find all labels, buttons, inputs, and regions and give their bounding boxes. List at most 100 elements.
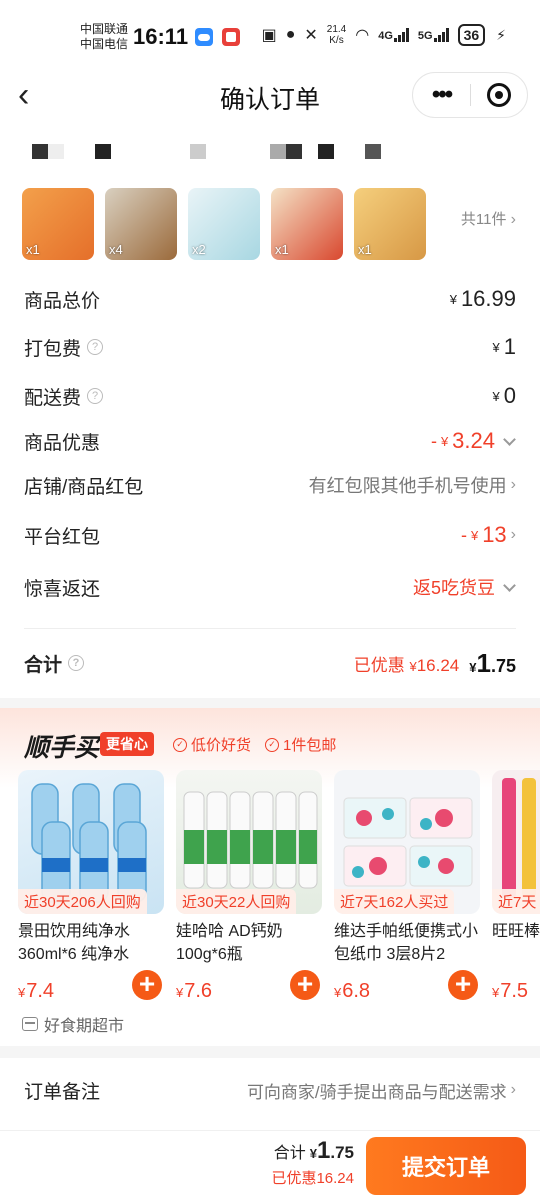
nav-bar: ‹ 确认订单 ••• bbox=[0, 70, 540, 122]
bottom-saved-text: 已优惠16.24 bbox=[271, 1170, 354, 1187]
order-summary-card: x1 x4 x2 x1 x1 共11件 › 商品总价 ¥16.99 打包费? ¥1 配送… bbox=[0, 122, 540, 698]
signal-1-icon: 4G bbox=[378, 28, 409, 42]
remark-placeholder: 可向商家/骑手提出商品与配送需求 bbox=[246, 1082, 507, 1102]
recommend-badge: 更省心 bbox=[100, 732, 154, 756]
chevron-right-icon: › bbox=[510, 211, 516, 228]
product-price: ¥7.5 bbox=[492, 980, 529, 1002]
masked-info bbox=[365, 144, 381, 159]
help-icon[interactable]: ? bbox=[87, 339, 104, 355]
shop-icon bbox=[22, 1017, 38, 1031]
product-tag: 近7天 bbox=[492, 889, 540, 914]
bottom-total-value: ¥1.75 bbox=[309, 1137, 354, 1164]
carrier-1: 中国联通 bbox=[80, 22, 129, 36]
more-menu-button[interactable]: ••• bbox=[413, 81, 470, 109]
goods-total-value: 16.99 bbox=[460, 286, 516, 311]
order-remark-card: 订单备注 可向商家/骑手提出商品与配送需求 › bbox=[0, 1058, 540, 1138]
item-quantity: x1 bbox=[275, 242, 289, 257]
order-item-thumbnail[interactable]: x1 bbox=[271, 188, 343, 260]
close-mini-program-button[interactable] bbox=[471, 83, 527, 107]
wifi-icon: ◠ bbox=[355, 27, 370, 44]
net-speed: 21.4 K/s bbox=[326, 24, 347, 46]
chevron-right-icon: › bbox=[510, 476, 516, 493]
submit-order-button[interactable]: 提交订单 bbox=[366, 1137, 526, 1195]
chevron-down-icon bbox=[503, 432, 516, 446]
help-icon[interactable]: ? bbox=[87, 388, 104, 404]
masked-info bbox=[286, 144, 302, 159]
order-item-thumbnail[interactable]: x1 bbox=[22, 188, 94, 260]
item-count-link[interactable]: 共11件 › bbox=[461, 208, 516, 229]
order-item-thumbnail[interactable]: x2 bbox=[188, 188, 260, 260]
masked-info bbox=[318, 144, 334, 159]
product-card[interactable]: 近7天162人买过 维达手帕纸便携式小包纸巾 3层8片2 ¥6.8 + bbox=[334, 770, 480, 1003]
order-remark-row[interactable]: 订单备注 可向商家/骑手提出商品与配送需求 › bbox=[24, 1075, 516, 1105]
product-image: 近7天162人买过 bbox=[334, 770, 480, 914]
status-time: 16:11 bbox=[133, 24, 189, 49]
status-bar: 中国联通 中国电信 16:11 ▣ ● ✕ 21.4 K/s ◠ 4G 5G 3… bbox=[0, 0, 540, 70]
product-name: 娃哈哈 AD钙奶 100g*6瓶 bbox=[176, 923, 283, 963]
shop-redpacket-status: 有红包限其他手机号使用 bbox=[308, 476, 507, 496]
chevron-down-icon bbox=[503, 578, 516, 592]
item-quantity: x4 bbox=[109, 242, 123, 257]
charging-icon: ⚡ bbox=[496, 26, 506, 43]
product-image: 近7天 bbox=[492, 770, 540, 914]
mini-program-capsule: ••• bbox=[412, 72, 528, 118]
check-circle-icon: ✓ bbox=[265, 737, 279, 752]
help-icon[interactable]: ? bbox=[68, 655, 85, 671]
order-total-value: ¥1.75 bbox=[469, 647, 516, 678]
product-name: 景田饮用纯净水 360ml*6 纯净水 bbox=[18, 923, 131, 963]
add-to-cart-button[interactable]: + bbox=[448, 970, 478, 1000]
product-image: 近30天22人回购 bbox=[176, 770, 322, 914]
delivery-fee-row: 配送费? ¥0 bbox=[24, 383, 516, 409]
item-quantity: x2 bbox=[192, 242, 206, 257]
saved-amount: 已优惠 ¥16.24 bbox=[353, 655, 460, 675]
masked-info bbox=[95, 144, 111, 159]
recommend-tag-free-shipping: ✓ 1件包邮 bbox=[265, 734, 336, 755]
product-card[interactable]: 近7天 旺旺棒棒冰 ¥7.5 bbox=[492, 770, 540, 1003]
product-name: 维达手帕纸便携式小包纸巾 3层8片2 bbox=[334, 923, 479, 963]
surprise-return-value: 返5吃货豆 bbox=[412, 578, 495, 598]
order-confirm-page: 中国联通 中国电信 16:11 ▣ ● ✕ 21.4 K/s ◠ 4G 5G 3… bbox=[0, 0, 540, 1200]
goods-total-row: 商品总价 ¥16.99 bbox=[24, 286, 516, 312]
product-tag: 近7天162人买过 bbox=[334, 889, 455, 914]
product-card[interactable]: 近30天206人回购 景田饮用纯净水 360ml*6 纯净水 ¥7.4 + bbox=[18, 770, 164, 1003]
masked-info bbox=[48, 144, 64, 159]
goods-discount-row[interactable]: 商品优惠 - ¥3.24 bbox=[24, 426, 516, 456]
item-quantity: x1 bbox=[358, 242, 372, 257]
check-circle-icon: ✓ bbox=[173, 737, 187, 752]
nfc-icon: ▣ bbox=[261, 27, 277, 44]
product-card[interactable]: 近30天22人回购 娃哈哈 AD钙奶 100g*6瓶 ¥7.6 + bbox=[176, 770, 322, 1003]
surprise-return-row[interactable]: 惊喜返还 返5吃货豆 bbox=[24, 572, 516, 602]
masked-info bbox=[270, 144, 286, 159]
add-to-cart-button[interactable]: + bbox=[290, 970, 320, 1000]
shop-redpacket-row[interactable]: 店铺/商品红包 有红包限其他手机号使用 › bbox=[24, 470, 516, 500]
status-icons: ▣ ● ✕ 21.4 K/s ◠ 4G 5G 36 ⚡ bbox=[262, 24, 506, 46]
recommend-tag-low-price: ✓ 低价好货 bbox=[173, 734, 251, 755]
mute-icon: ✕ bbox=[304, 27, 318, 44]
battery-icon: 36 bbox=[457, 24, 486, 46]
item-quantity: x1 bbox=[26, 242, 40, 257]
carrier-labels: 中国联通 中国电信 bbox=[80, 22, 128, 52]
target-icon bbox=[486, 83, 511, 107]
recommend-title: 顺手买 bbox=[24, 734, 100, 762]
product-tag: 近30天22人回购 bbox=[176, 889, 297, 914]
recommend-section: 顺手买 更省心 ✓ 低价好货 ✓ 1件包邮 近30天206人回购 景田饮用纯净水 3… bbox=[0, 708, 540, 1046]
location-icon: ● bbox=[285, 26, 296, 43]
order-item-thumbnail[interactable]: x4 bbox=[105, 188, 177, 260]
platform-redpacket-row[interactable]: 平台红包 - ¥13 › bbox=[24, 520, 516, 550]
delivery-fee-value: 0 bbox=[503, 383, 516, 408]
weather-app-icon bbox=[195, 28, 213, 46]
order-item-thumbnail[interactable]: x1 bbox=[354, 188, 426, 260]
shop-name[interactable]: 好食期超市 bbox=[22, 1012, 124, 1036]
product-name: 旺旺棒棒冰 bbox=[492, 923, 540, 940]
masked-info bbox=[32, 144, 48, 159]
masked-info bbox=[190, 144, 206, 159]
order-item-thumbnails[interactable]: x1 x4 x2 x1 x1 bbox=[22, 188, 426, 260]
packing-fee-row: 打包费? ¥1 bbox=[24, 334, 516, 360]
add-to-cart-button[interactable]: + bbox=[132, 970, 162, 1000]
chevron-right-icon: › bbox=[510, 526, 516, 543]
packing-fee-value: 1 bbox=[503, 334, 516, 359]
bottom-submit-bar: 合计 ¥1.75 已优惠16.24 提交订单 bbox=[0, 1130, 540, 1200]
bottom-total: 合计 ¥1.75 已优惠16.24 bbox=[271, 1137, 354, 1187]
notes-app-icon bbox=[222, 28, 240, 46]
goods-discount-value: 3.24 bbox=[452, 428, 495, 453]
